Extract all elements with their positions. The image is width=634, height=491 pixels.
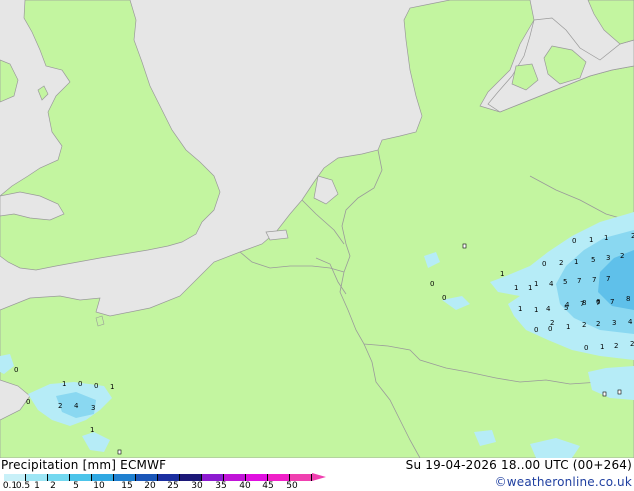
credit-link[interactable]: ©weatheronline.co.uk <box>495 475 632 489</box>
precip-value-label: 1 <box>110 383 114 391</box>
precip-value-label: 0 <box>542 260 546 268</box>
precip-value-label: 0 <box>442 294 446 302</box>
precip-value-label: 0 <box>548 325 552 333</box>
precip-value-label: 2 <box>58 402 62 410</box>
color-scale-cell <box>70 474 92 481</box>
precip-value-label: 1 <box>528 284 532 292</box>
precip-value-label: 3 <box>606 254 610 262</box>
color-scale-cell <box>290 474 312 481</box>
precip-value-label: 7 <box>592 276 596 284</box>
precip-value-label: 2 <box>582 321 586 329</box>
color-scale-cell <box>202 474 224 481</box>
precip-value-label: 0 <box>572 237 576 245</box>
precip-value-label: 3 <box>91 404 95 412</box>
precip-value-label: 3 <box>612 319 616 327</box>
precip-value-label: 1 <box>534 306 538 314</box>
precip-value-label: 1 <box>566 323 570 331</box>
precip-value-label: 5 <box>563 278 567 286</box>
color-scale-cell <box>268 474 290 481</box>
precip-value-label: 4 <box>628 318 633 326</box>
color-scale-arrow <box>312 473 326 481</box>
precip-value-label: 7 <box>610 298 614 306</box>
precip-value-label: 0 <box>14 366 18 374</box>
precip-value-label: 2 <box>559 259 563 267</box>
precip-value-label: 8 <box>626 295 630 303</box>
precip-value-label: 2 <box>614 342 618 350</box>
precip-value-label: 4 <box>565 301 570 309</box>
precip-value-label: 0 <box>430 280 434 288</box>
precip-value-label: 2 <box>596 320 600 328</box>
color-scale-cell <box>246 474 268 481</box>
precip-value-label: 1 <box>600 343 604 351</box>
precip-value-label: 0 <box>584 344 588 352</box>
precip-value-label: 1 <box>574 258 578 266</box>
color-scale-cell <box>48 474 70 481</box>
map-title: Precipitation [mm] ECMWF <box>1 458 167 472</box>
color-scale <box>4 473 326 481</box>
precip-value-label: 4 <box>74 402 79 410</box>
precip-value-label: 4 <box>549 280 554 288</box>
precip-value-label: 0 <box>534 326 538 334</box>
precip-value-label: 2 <box>620 252 624 260</box>
precip-value-label: 1 <box>90 426 94 434</box>
precip-value-label: 1 <box>500 270 504 278</box>
precip-value-label: 2 <box>630 340 634 348</box>
precip-value-label: 7 <box>577 277 581 285</box>
footer: Precipitation [mm] ECMWF Su 19-04-2026 1… <box>0 458 634 491</box>
precip-value-label: 1 <box>589 236 593 244</box>
precip-value-label: 1 <box>518 305 522 313</box>
precip-value-label: 1 <box>62 380 66 388</box>
precip-value-label: 5 <box>591 256 595 264</box>
precip-value-label: 1 <box>514 284 518 292</box>
color-scale-cell <box>158 474 180 481</box>
precip-value-label: 7 <box>606 275 610 283</box>
precip-value-label: 4 <box>546 305 551 313</box>
color-scale-cell <box>180 474 202 481</box>
scheldt-estuary <box>265 229 289 241</box>
valid-time: Su 19-04-2026 18..00 UTC (00+264) <box>405 458 632 472</box>
color-scale-cell <box>136 474 158 481</box>
precip-value-label: 6 <box>596 298 601 306</box>
precip-value-label: 1 <box>534 280 538 288</box>
color-scale-cell <box>4 474 26 481</box>
precipitation-map: 0 1 1 20 2 1 5 3 21 4 5 7 7 711 14 5 7 7 71 124 8 6 80 0 1 2 2 3 40 1… <box>0 0 634 458</box>
color-scale-cell <box>92 474 114 481</box>
color-scale-cell <box>26 474 48 481</box>
precip-value-label: 0 <box>78 380 82 388</box>
precip-value-label: 1 <box>604 234 608 242</box>
precip-value-label: 0 <box>26 398 30 406</box>
precip-value-label: 8 <box>582 299 586 307</box>
color-scale-cell <box>224 474 246 481</box>
color-scale-cell <box>114 474 136 481</box>
precip-value-label: 0 <box>94 382 98 390</box>
